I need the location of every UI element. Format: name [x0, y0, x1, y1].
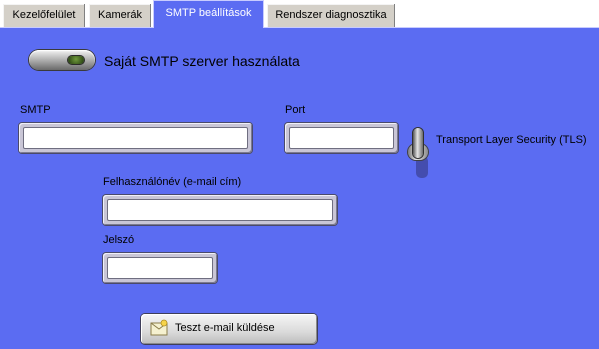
smtp-field-frame: [19, 123, 252, 153]
send-test-email-label: Teszt e-mail küldése: [175, 322, 275, 334]
port-label: Port: [285, 104, 306, 116]
tab-kamerak[interactable]: Kamerák: [88, 3, 152, 27]
smtp-input[interactable]: [23, 127, 248, 149]
smtp-label: SMTP: [20, 104, 51, 116]
port-field-frame: [285, 123, 398, 153]
status-led-icon: [68, 56, 84, 64]
password-field-frame: [103, 253, 217, 283]
tab-smtp-beallitasok[interactable]: SMTP beállítások: [153, 0, 264, 28]
tab-kezelofelulet[interactable]: Kezelőfelület: [2, 3, 86, 27]
tls-label: Transport Layer Security (TLS): [436, 134, 587, 146]
own-smtp-server-switch[interactable]: [29, 50, 95, 70]
tab-rendszer-diagnosztika[interactable]: Rendszer diagnosztika: [266, 3, 396, 27]
password-label: Jelszó: [103, 234, 135, 246]
port-input[interactable]: [289, 127, 394, 149]
username-field-frame: [103, 195, 337, 225]
username-label: Felhasználónév (e-mail cím): [103, 176, 242, 188]
username-input[interactable]: [107, 199, 333, 221]
tab-bar: Kezelőfelület Kamerák SMTP beállítások R…: [0, 0, 599, 28]
envelope-icon: [150, 319, 168, 336]
tls-toggle-switch[interactable]: [406, 126, 430, 178]
own-smtp-server-label: Saját SMTP szerver használata: [104, 53, 300, 69]
send-test-email-button[interactable]: Teszt e-mail küldése: [141, 314, 317, 344]
smtp-settings-panel: [0, 27, 599, 349]
password-input[interactable]: [107, 257, 213, 279]
toggle-lever-icon: [413, 128, 423, 158]
